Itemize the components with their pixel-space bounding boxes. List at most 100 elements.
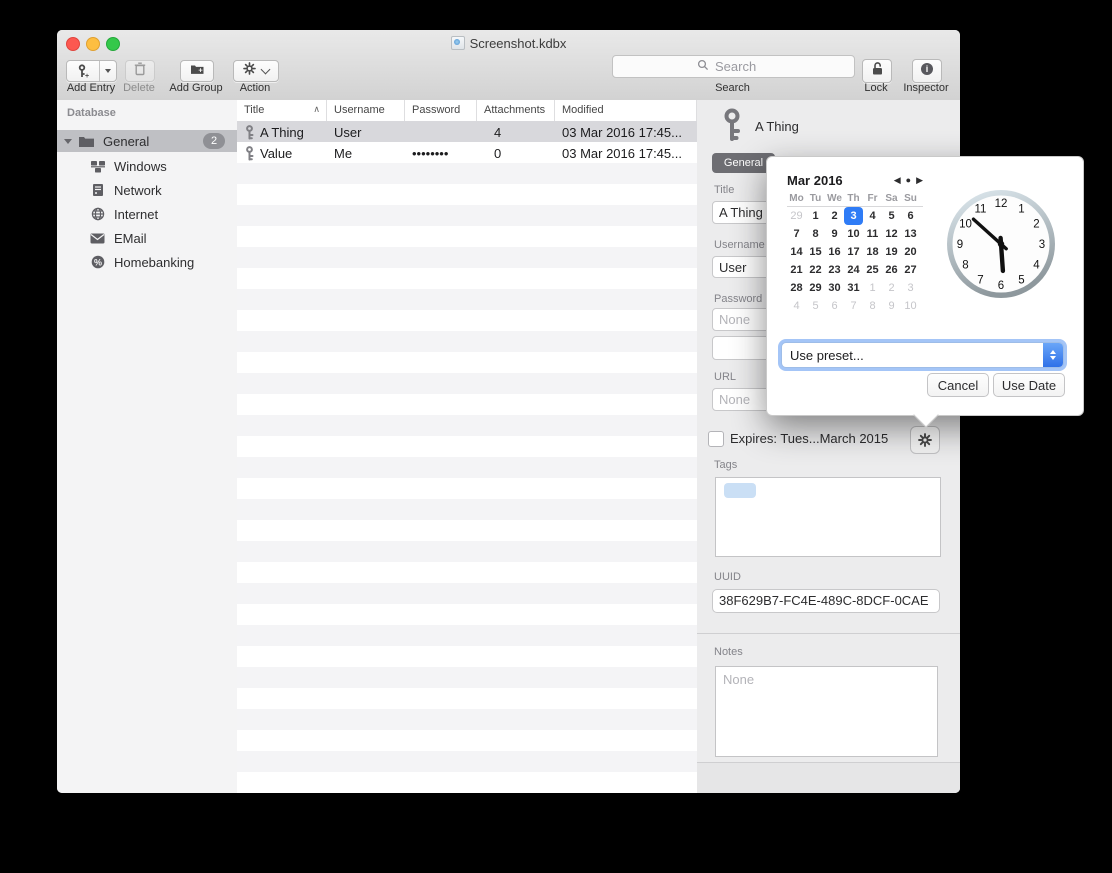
key-plus-icon[interactable]: + [67,61,99,81]
calendar-day[interactable]: 31 [844,279,863,297]
calendar-day[interactable]: 12 [882,225,901,243]
calendar-day[interactable]: 18 [863,243,882,261]
calendar-day-selected[interactable]: 3 [844,207,863,225]
add-entry-button[interactable]: + [66,60,117,82]
table-row-empty [237,205,697,226]
disclosure-triangle-icon[interactable] [64,139,72,144]
calendar-day[interactable]: 7 [787,225,806,243]
cell-text: Value [260,146,292,161]
calendar-today-button[interactable]: ● [906,175,911,185]
tag-chip[interactable] [724,483,756,498]
analog-clock[interactable]: 123456789101112 [945,188,1057,300]
calendar-day[interactable]: 29 [806,279,825,297]
table-row[interactable]: ValueMe••••••••003 Mar 2016 17:45... [237,142,697,163]
tags-box[interactable] [715,477,941,557]
svg-text:%: % [93,257,101,267]
notes-field[interactable]: None [715,666,938,757]
calendar-day[interactable]: 29 [787,207,806,225]
calendar-day[interactable]: 9 [825,225,844,243]
calendar-day[interactable]: 10 [901,297,920,315]
calendar-day[interactable]: 22 [806,261,825,279]
table-row-empty [237,667,697,688]
calendar-day[interactable]: 4 [863,207,882,225]
preset-select[interactable]: Use preset... [781,342,1064,368]
calendar-day[interactable]: 8 [863,297,882,315]
column-header-username[interactable]: Username [327,100,405,121]
table-row-empty [237,646,697,667]
calendar-day[interactable]: 4 [787,297,806,315]
calendar-day[interactable]: 9 [882,297,901,315]
expires-checkbox[interactable] [708,431,724,447]
table-row-empty [237,604,697,625]
username-label: Username [714,239,765,251]
notes-label: Notes [714,646,743,658]
calendar-day[interactable]: 10 [844,225,863,243]
calendar-day[interactable]: 26 [882,261,901,279]
cell-text: 0 [494,146,501,161]
action-button[interactable] [233,60,279,82]
calendar-day[interactable]: 7 [844,297,863,315]
calendar-day[interactable]: 1 [863,279,882,297]
calendar-day-headers: MoTuWeThFrSaSu [787,193,923,207]
server-icon [89,183,106,198]
expires-gear-button[interactable] [910,426,940,454]
calendar-day[interactable]: 1 [806,207,825,225]
inspector-footer [697,762,960,793]
calendar-day[interactable]: 30 [825,279,844,297]
calendar-day[interactable]: 20 [901,243,920,261]
calendar-day[interactable]: 2 [882,279,901,297]
column-header-modified[interactable]: Modified [555,100,697,121]
document-proxy-icon[interactable] [451,36,465,50]
add-entry-dropdown[interactable] [99,61,116,81]
table-row-empty [237,289,697,310]
key-icon [244,125,255,140]
delete-button[interactable] [125,60,155,82]
calendar-day[interactable]: 5 [806,297,825,315]
divider [697,633,960,634]
lock-button[interactable] [862,59,892,83]
uuid-field[interactable]: 38F629B7-FC4E-489C-8DCF-0CAE [712,589,940,613]
calendar-day[interactable]: 16 [825,243,844,261]
svg-text:8: 8 [962,260,968,272]
url-label: URL [714,371,736,383]
trash-icon [134,62,146,81]
calendar-next-button[interactable]: ▶ [916,175,923,186]
calendar-day[interactable]: 8 [806,225,825,243]
calendar-day[interactable]: 6 [901,207,920,225]
sort-indicator-icon: ∧ [313,104,320,115]
calendar-day[interactable]: 17 [844,243,863,261]
calendar-day[interactable]: 28 [787,279,806,297]
stepper-icon[interactable] [1043,343,1063,367]
use-date-button[interactable]: Use Date [993,373,1065,397]
calendar-day[interactable]: 13 [901,225,920,243]
calendar-day[interactable]: 11 [863,225,882,243]
calendar-day[interactable]: 14 [787,243,806,261]
calendar-prev-button[interactable]: ◀ [894,175,901,186]
add-group-label: Add Group [163,82,229,94]
calendar-day[interactable]: 25 [863,261,882,279]
table-row[interactable]: A ThingUser403 Mar 2016 17:45... [237,121,697,142]
cancel-button[interactable]: Cancel [927,373,989,397]
calendar-day[interactable]: 24 [844,261,863,279]
inspector-button[interactable]: i [912,59,942,83]
column-header-password[interactable]: Password [405,100,477,121]
calendar-day[interactable]: 3 [901,279,920,297]
calendar-day[interactable]: 2 [825,207,844,225]
calendar-day[interactable]: 21 [787,261,806,279]
table-header: Title∧UsernamePasswordAttachmentsModifie… [237,100,697,122]
calendar-day[interactable]: 23 [825,261,844,279]
add-group-button[interactable]: + [180,60,214,82]
calendar-day[interactable]: 6 [825,297,844,315]
table-row-empty [237,331,697,352]
calendar-day[interactable]: 15 [806,243,825,261]
column-header-attachments[interactable]: Attachments [477,100,555,121]
search-input[interactable] [612,55,855,78]
calendar-day[interactable]: 5 [882,207,901,225]
cell-text: 03 Mar 2016 17:45... [562,146,682,161]
calendar-day[interactable]: 19 [882,243,901,261]
calendar-day[interactable]: 27 [901,261,920,279]
svg-text:i: i [926,64,929,74]
column-header-title[interactable]: Title∧ [237,100,327,121]
svg-text:1: 1 [1018,204,1024,216]
sidebar-item-general[interactable]: General 2 [57,130,237,152]
